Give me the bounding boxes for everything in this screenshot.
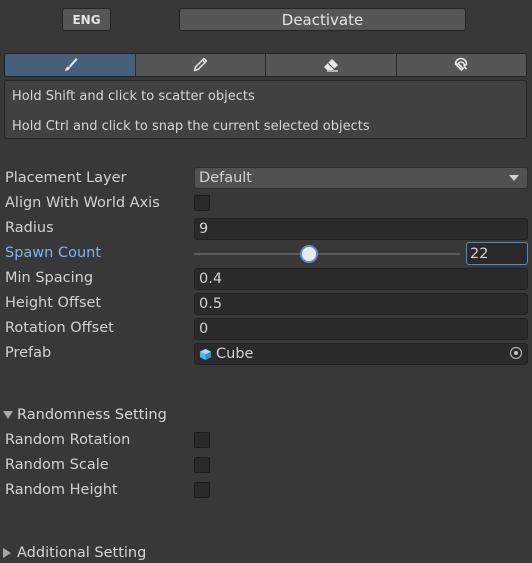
placement-layer-dropdown[interactable]: Default [194, 167, 528, 189]
randomness-foldout[interactable]: Randomness Setting [3, 407, 167, 423]
tool-brush[interactable] [5, 54, 136, 76]
spawn-count-slider-handle[interactable] [300, 245, 318, 263]
prefab-value: Cube [216, 346, 254, 362]
radius-input[interactable]: 9 [194, 218, 528, 240]
prefab-label: Prefab [5, 345, 52, 361]
tool-eraser[interactable] [266, 54, 397, 76]
radius-value: 9 [199, 221, 209, 237]
rotation-offset-input[interactable]: 0 [194, 318, 528, 340]
random-scale-checkbox[interactable] [194, 457, 210, 473]
brush-icon [64, 58, 78, 71]
deactivate-button[interactable]: Deactivate [179, 8, 466, 31]
pencil-icon [194, 57, 208, 72]
randomness-title: Randomness Setting [17, 407, 167, 423]
eraser-icon [323, 59, 338, 72]
dropdown-arrow-icon [509, 175, 519, 181]
random-height-checkbox[interactable] [194, 482, 210, 498]
spawn-count-value: 22 [470, 245, 489, 262]
random-height-label: Random Height [5, 482, 118, 498]
random-rotation-label: Random Rotation [5, 432, 131, 448]
min-spacing-label: Min Spacing [5, 270, 94, 286]
rotation-offset-value: 0 [199, 321, 209, 337]
placement-layer-value: Default [199, 170, 252, 186]
min-spacing-input[interactable]: 0.4 [194, 268, 528, 290]
random-scale-label: Random Scale [5, 457, 109, 473]
prefab-object-field[interactable]: Cube [194, 343, 528, 365]
object-picker-icon[interactable] [510, 347, 522, 359]
radius-label: Radius [5, 220, 54, 236]
language-button[interactable]: ENG [62, 8, 111, 31]
help-line-shift: Hold Shift and click to scatter objects [12, 89, 255, 104]
tool-toolbar [4, 53, 527, 77]
spawn-count-input[interactable]: 22 [466, 242, 528, 265]
random-rotation-checkbox[interactable] [194, 432, 210, 448]
magnet-icon [454, 57, 468, 72]
cube-icon [199, 348, 212, 360]
spawn-count-slider-track[interactable] [194, 253, 460, 255]
additional-foldout[interactable]: Additional Setting [3, 545, 146, 561]
align-world-axis-label: Align With World Axis [5, 195, 160, 211]
rotation-offset-label: Rotation Offset [5, 320, 114, 336]
height-offset-label: Height Offset [5, 295, 102, 311]
foldout-collapsed-icon [3, 548, 11, 558]
additional-title: Additional Setting [17, 545, 147, 561]
spawn-count-label: Spawn Count [5, 245, 102, 261]
min-spacing-value: 0.4 [199, 271, 223, 287]
height-offset-input[interactable]: 0.5 [194, 293, 528, 315]
help-box: Hold Shift and click to scatter objects … [4, 80, 527, 139]
placement-layer-label: Placement Layer [5, 170, 127, 186]
tool-pencil[interactable] [135, 54, 266, 76]
align-world-axis-checkbox[interactable] [194, 195, 210, 211]
tool-magnet[interactable] [396, 54, 526, 76]
height-offset-value: 0.5 [199, 296, 223, 312]
help-line-ctrl: Hold Ctrl and click to snap the current … [12, 119, 370, 134]
foldout-expanded-icon [3, 411, 13, 419]
